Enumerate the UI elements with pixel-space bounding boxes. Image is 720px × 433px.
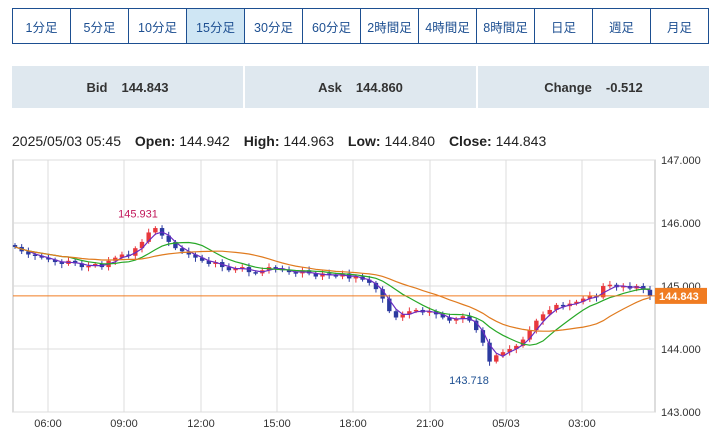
y-tick-label: 143.000 (661, 407, 701, 419)
x-tick-label: 05/03 (492, 418, 520, 430)
timeframe-tabs: 1分足 5分足 10分足 15分足 30分足 60分足 2時間足 4時間足 8時間足 日足 週足 月足 (12, 8, 709, 44)
y-tick-label: 146.000 (661, 218, 701, 230)
x-tick-label: 12:00 (187, 418, 215, 430)
bid-box: Bid 144.843 (12, 66, 243, 108)
candle-body (494, 355, 499, 362)
tab-timeframe-10[interactable]: 週足 (592, 9, 650, 43)
high-annotation: 145.931 (118, 208, 158, 220)
tab-timeframe-6[interactable]: 2時間足 (360, 9, 418, 43)
bid-label: Bid (86, 79, 108, 95)
tab-timeframe-1[interactable]: 5分足 (70, 9, 128, 43)
x-tick-label: 18:00 (339, 418, 367, 430)
candle-body (647, 289, 653, 296)
candle-body (393, 311, 399, 318)
tab-timeframe-8[interactable]: 8時間足 (476, 9, 534, 43)
x-tick-label: 15:00 (263, 418, 291, 430)
ohlc-readout: 2025/05/03 05:45 Open: 144.942 High: 144… (12, 133, 546, 149)
x-tick-label: 09:00 (110, 418, 138, 430)
bid-value: 144.843 (121, 79, 169, 95)
ohlc-datetime: 2025/05/03 05:45 (12, 133, 121, 149)
tab-timeframe-0[interactable]: 1分足 (13, 9, 70, 43)
high-value: 144.963 (283, 133, 334, 149)
close-value: 144.843 (495, 133, 547, 149)
tab-timeframe-4[interactable]: 30分足 (244, 9, 302, 43)
tab-timeframe-2[interactable]: 10分足 (128, 9, 186, 43)
tab-timeframe-11[interactable]: 月足 (650, 9, 708, 43)
y-tick-label: 144.000 (661, 344, 701, 356)
candle-body (86, 265, 91, 268)
high-label: High: (243, 133, 280, 149)
ask-box: Ask 144.860 (245, 66, 476, 108)
low-annotation: 143.718 (449, 375, 489, 387)
current-price-label: 144.843 (659, 291, 699, 303)
x-tick-label: 21:00 (416, 418, 444, 430)
low-value: 144.840 (384, 133, 436, 149)
open-value: 144.942 (179, 133, 230, 149)
tab-timeframe-9[interactable]: 日足 (534, 9, 592, 43)
change-box: Change -0.512 (478, 66, 709, 108)
quote-bar: Bid 144.843 Ask 144.860 Change -0.512 (12, 66, 709, 108)
change-value: -0.512 (605, 79, 643, 95)
candle-body (153, 228, 158, 233)
open-label: Open: (134, 133, 176, 149)
candle-body (607, 284, 613, 287)
x-tick-label: 06:00 (34, 418, 62, 430)
tab-timeframe-3[interactable]: 15分足 (186, 9, 244, 43)
change-label: Change (544, 79, 592, 95)
y-tick-label: 147.000 (661, 155, 701, 167)
candlestick-chart[interactable]: 147.000146.000145.000144.000143.00006:00… (0, 150, 720, 433)
close-label: Close: (448, 133, 492, 149)
low-label: Low: (347, 133, 381, 149)
candle-body (253, 272, 258, 274)
ask-label: Ask (318, 79, 342, 95)
ask-value: 144.860 (355, 79, 403, 95)
tab-timeframe-5[interactable]: 60分足 (302, 9, 360, 43)
tab-timeframe-7[interactable]: 4時間足 (418, 9, 476, 43)
x-tick-label: 03:00 (568, 418, 596, 430)
candle-body (12, 245, 18, 247)
